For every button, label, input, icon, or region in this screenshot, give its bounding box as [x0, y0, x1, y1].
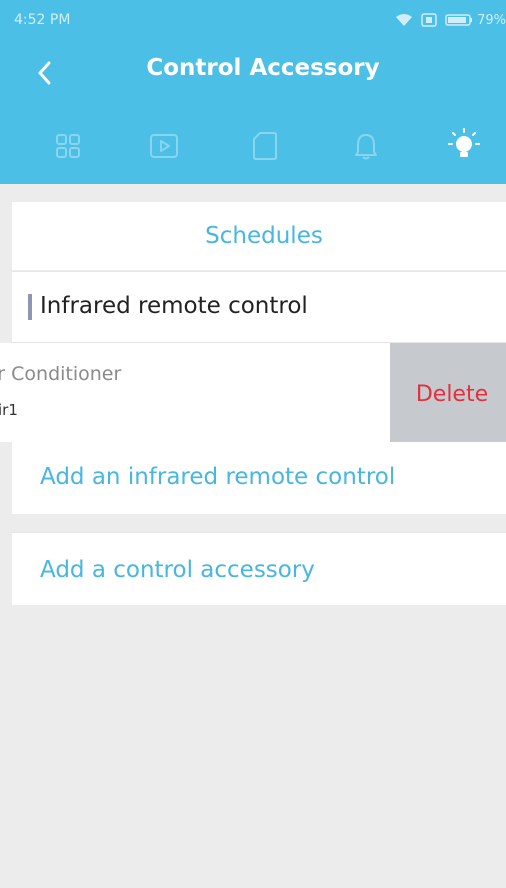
battery-icon — [445, 13, 473, 27]
add-control-accessory-label: Add a control accessory — [40, 557, 315, 583]
add-infrared-remote-label: Add an infrared remote control — [40, 464, 396, 490]
sim-card-icon — [421, 13, 437, 27]
device-id: ir1 — [0, 401, 18, 419]
status-time: 4:52 PM — [14, 12, 71, 28]
bell-icon — [354, 131, 378, 165]
battery-percent: 79% — [477, 12, 506, 28]
light-bulb-icon — [444, 126, 484, 170]
app-header: 4:52 PM 79% Control Accessory — [0, 0, 506, 184]
tab-devices[interactable] — [38, 118, 98, 178]
video-play-icon — [149, 133, 179, 163]
tab-video[interactable] — [134, 118, 194, 178]
delete-label: Delete — [415, 382, 489, 407]
tab-accessory[interactable] — [434, 118, 494, 178]
add-infrared-remote-button[interactable]: Add an infrared remote control — [12, 442, 506, 514]
status-bar: 4:52 PM 79% — [0, 0, 506, 44]
grid-icon — [54, 132, 82, 164]
wifi-icon — [395, 13, 413, 27]
tab-bar — [0, 118, 506, 180]
delete-button[interactable]: Delete — [390, 343, 506, 442]
section-marker — [28, 294, 32, 320]
section-divider — [12, 184, 506, 202]
section-divider — [12, 514, 506, 532]
section-header: Infrared remote control — [12, 272, 506, 342]
schedules-label: Schedules — [205, 223, 323, 249]
tab-alerts[interactable] — [336, 118, 396, 178]
tab-storage[interactable] — [235, 118, 295, 178]
page-title: Control Accessory — [146, 55, 380, 81]
add-control-accessory-button[interactable]: Add a control accessory — [12, 533, 506, 605]
device-name: ir Conditioner — [0, 363, 122, 385]
status-icons: 79% — [395, 10, 506, 30]
device-list-item[interactable]: ir Conditioner ir1 — [0, 343, 390, 442]
schedules-row[interactable]: Schedules — [12, 202, 506, 270]
sd-card-icon — [252, 131, 278, 165]
section-title: Infrared remote control — [40, 293, 308, 319]
